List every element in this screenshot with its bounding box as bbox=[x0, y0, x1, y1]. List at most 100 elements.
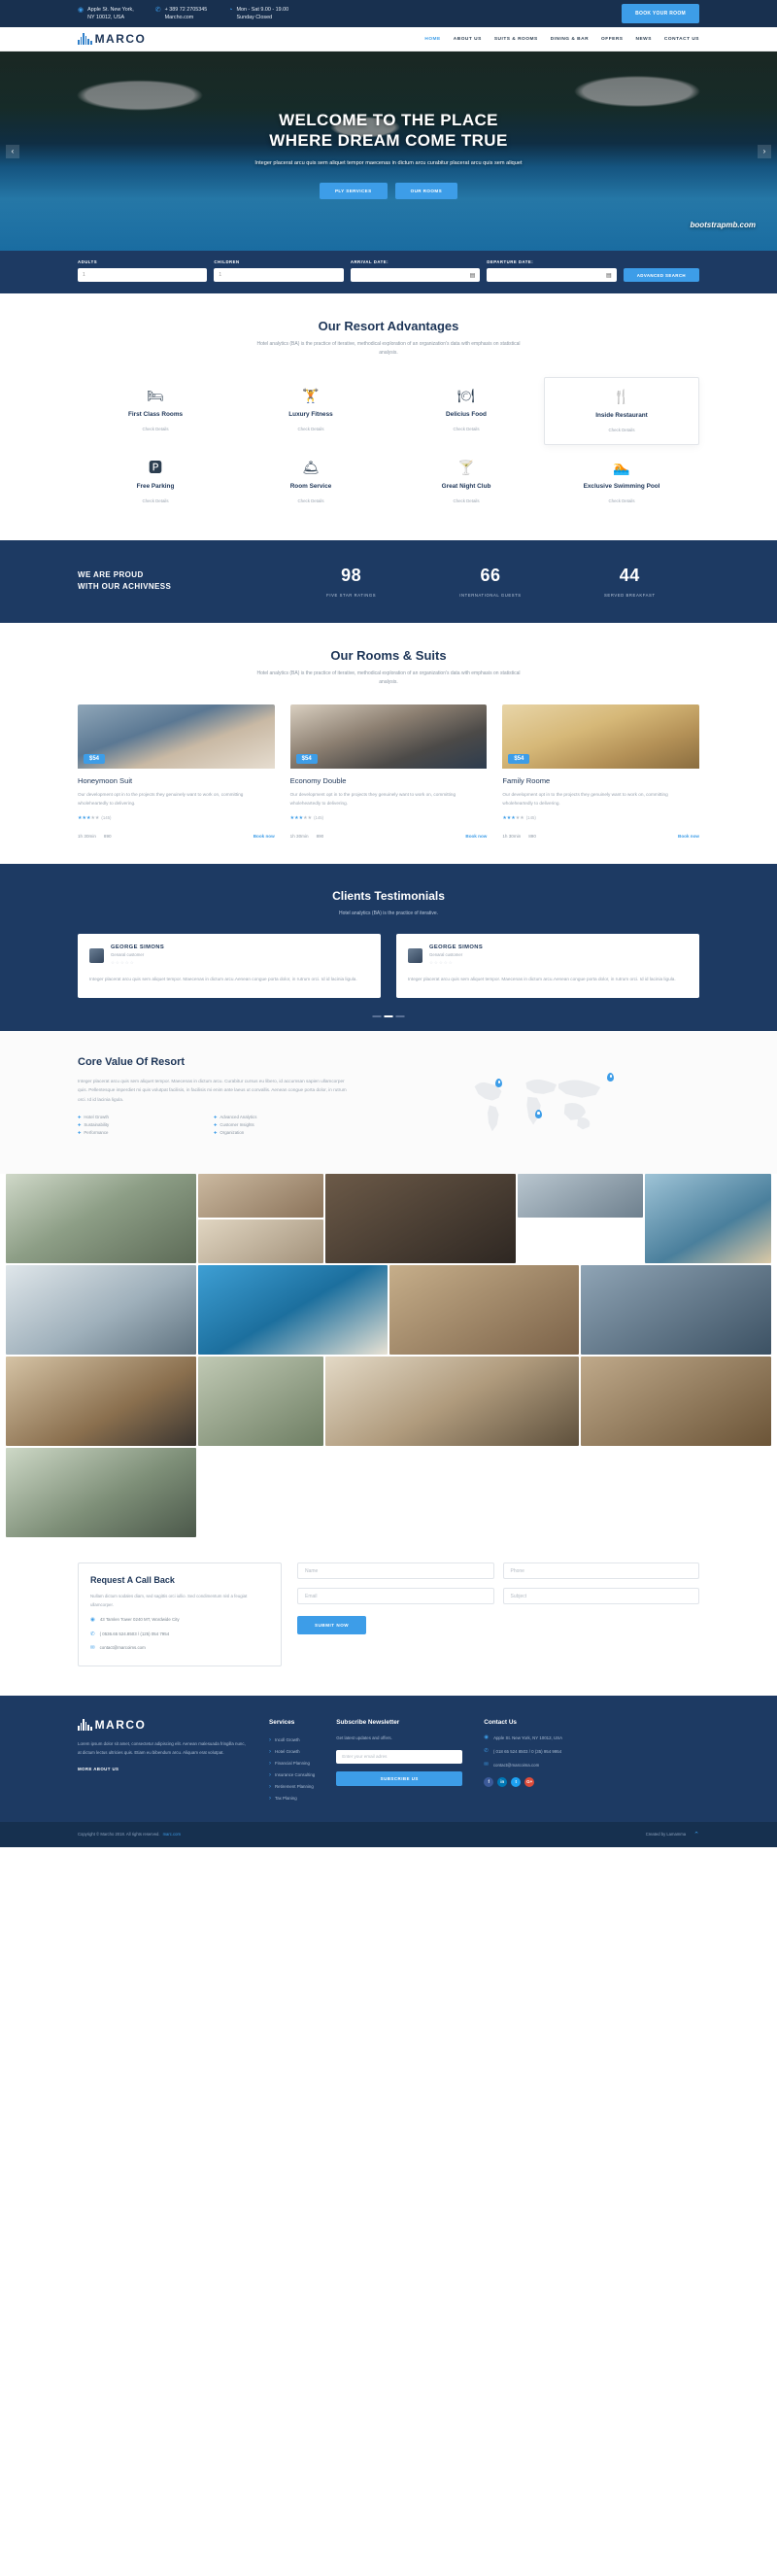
submit-now-button[interactable]: SUBMIT NOW bbox=[297, 1616, 367, 1635]
advantage-check-details-link[interactable]: Check Details bbox=[297, 427, 323, 431]
copyright-link[interactable]: marc.com bbox=[163, 1832, 181, 1837]
callback-email-row[interactable]: ✉ contact@marcoims.com bbox=[90, 1645, 269, 1652]
advantage-item-free-parking[interactable]: 🅿 Free Parking Check Details bbox=[78, 449, 233, 515]
subscribe-button[interactable]: SUBSCRIBE US bbox=[336, 1770, 463, 1786]
nav-item-offers[interactable]: OFFERS bbox=[601, 37, 623, 42]
gallery-image[interactable] bbox=[6, 1265, 196, 1356]
gallery-image[interactable] bbox=[197, 1219, 324, 1264]
advantage-check-details-link[interactable]: Check Details bbox=[608, 498, 634, 503]
core-tag: Sustainability bbox=[78, 1122, 214, 1127]
room-book-now-link[interactable]: Book now bbox=[465, 834, 487, 839]
children-input[interactable]: 1 bbox=[214, 268, 344, 282]
gallery-image[interactable] bbox=[388, 1265, 580, 1356]
hero-secondary-button[interactable]: OUR ROOMS bbox=[394, 182, 458, 199]
twitter-icon[interactable]: t bbox=[511, 1776, 522, 1787]
departure-date-input[interactable]: ▤ bbox=[487, 268, 617, 282]
calendar-icon[interactable]: ▤ bbox=[470, 272, 476, 279]
hero-primary-button[interactable]: PLY SERVICES bbox=[319, 182, 388, 199]
pagination-dot-active[interactable] bbox=[384, 1014, 393, 1018]
nav-item-contact-us[interactable]: CONTACT US bbox=[664, 37, 699, 42]
footer-service-item[interactable]: Financial Planning bbox=[269, 1758, 315, 1769]
footer-phone-row[interactable]: ✆ ( 018 65 524 8503 / 0 (35) 954 9954 bbox=[484, 1748, 629, 1755]
testimonial-role: Genaral customer bbox=[111, 952, 145, 958]
nav-item-about-us[interactable]: ABOUT US bbox=[454, 37, 482, 42]
name-field[interactable]: Name bbox=[297, 1563, 494, 1580]
social-links: f in t G+ bbox=[484, 1776, 629, 1787]
newsletter-email-input[interactable]: Enter your email adres bbox=[336, 1749, 463, 1764]
map-pin-icon[interactable] bbox=[535, 1110, 542, 1119]
advantage-item-inside-restaurant[interactable]: 🍴 Inside Restaurant Check Details bbox=[544, 377, 699, 445]
nav-item-dining-bar[interactable]: DINING & BAR bbox=[551, 37, 589, 42]
more-about-us-link[interactable]: MORE ABOUT US bbox=[78, 1767, 248, 1771]
advantage-check-details-link[interactable]: Check Details bbox=[453, 427, 479, 431]
hero-prev-arrow[interactable]: ‹ bbox=[6, 144, 19, 158]
gallery-image[interactable] bbox=[197, 1265, 388, 1356]
footer-service-item[interactable]: Incoll Growth bbox=[269, 1735, 315, 1746]
gallery-image[interactable] bbox=[581, 1357, 771, 1447]
core-value-title: Core Value Of Resort bbox=[78, 1056, 186, 1069]
facebook-icon[interactable]: f bbox=[484, 1776, 494, 1787]
topbar-phone-site: Marcho.com bbox=[164, 15, 194, 20]
nav-item-suits-rooms[interactable]: SUITS & ROOMS bbox=[494, 37, 538, 42]
nav-item-news[interactable]: NEWS bbox=[636, 37, 652, 42]
gallery-image[interactable] bbox=[325, 1174, 516, 1264]
adults-input[interactable]: 1 bbox=[78, 268, 208, 282]
back-to-top-icon[interactable]: ⌃ bbox=[693, 1831, 699, 1838]
advantage-item-room-service[interactable]: 🛎 Room Service Check Details bbox=[233, 449, 388, 515]
advantage-item-first-class-rooms[interactable]: 🛏 First Class Rooms Check Details bbox=[78, 377, 233, 445]
cocktail-icon: 🍸 bbox=[457, 459, 475, 475]
advantage-item-great-night-club[interactable]: 🍸 Great Night Club Check Details bbox=[388, 449, 544, 515]
calendar-icon[interactable]: ▤ bbox=[606, 272, 612, 279]
gallery-image[interactable] bbox=[6, 1174, 196, 1264]
footer-service-item[interactable]: Tax Planing bbox=[269, 1793, 315, 1804]
book-your-room-button[interactable]: BOOK YOUR ROOM bbox=[622, 4, 699, 23]
callback-phone-row[interactable]: ✆ ( 0536.65 524.8503 / (125) 054 7954 bbox=[90, 1631, 269, 1638]
advantage-item-swimming-pool[interactable]: 🏊 Exclusive Swimming Pool Check Details bbox=[544, 449, 699, 515]
core-value-tags: Hotel Growth Advanced Analytics Sustaina… bbox=[78, 1115, 350, 1135]
subject-field[interactable]: Subject bbox=[502, 1588, 699, 1605]
topbar-phone[interactable]: ✆ + 389 72 2705345 Marcho.com bbox=[155, 6, 208, 21]
footer-service-item[interactable]: Retirement Planning bbox=[269, 1781, 315, 1793]
hero-next-arrow[interactable]: › bbox=[758, 144, 771, 158]
linkedin-icon[interactable]: in bbox=[497, 1776, 508, 1787]
arrival-date-input[interactable]: ▤ bbox=[350, 268, 481, 282]
gallery-image[interactable] bbox=[6, 1448, 196, 1538]
email-field[interactable]: Email bbox=[297, 1588, 494, 1605]
advantage-check-details-link[interactable]: Check Details bbox=[297, 498, 323, 503]
footer-service-item[interactable]: Hotel Growth bbox=[269, 1746, 315, 1758]
advantage-check-details-link[interactable]: Check Details bbox=[608, 428, 634, 432]
advantage-item-luxury-fitness[interactable]: 🏋 Luxury Fitness Check Details bbox=[233, 377, 388, 445]
room-image: $54 bbox=[78, 704, 275, 769]
room-card[interactable]: $54 Honeymoon Suit Our development opt i… bbox=[78, 704, 275, 840]
room-card[interactable]: $54 Family Roome Our development opt in … bbox=[502, 704, 699, 840]
gallery-image[interactable] bbox=[581, 1265, 771, 1356]
credits-text: Created by Lamamma bbox=[645, 1832, 687, 1838]
pagination-dot[interactable] bbox=[372, 1014, 382, 1018]
footer-service-item[interactable]: Insurance Consulting bbox=[269, 1769, 315, 1781]
google-plus-icon[interactable]: G+ bbox=[524, 1776, 535, 1787]
email-placeholder: Email bbox=[305, 1593, 318, 1599]
core-tag: Advanced Analytics bbox=[214, 1115, 350, 1119]
gallery-image[interactable] bbox=[197, 1174, 324, 1219]
room-book-now-link[interactable]: Book now bbox=[678, 834, 699, 839]
phone-field[interactable]: Phone bbox=[502, 1563, 699, 1580]
pagination-dot[interactable] bbox=[395, 1014, 405, 1018]
room-book-now-link[interactable]: Book now bbox=[253, 834, 275, 839]
advantage-check-details-link[interactable]: Check Details bbox=[453, 498, 479, 503]
gallery-image[interactable] bbox=[6, 1357, 196, 1447]
advantage-check-details-link[interactable]: Check Details bbox=[142, 427, 168, 431]
footer-logo[interactable]: MARCO bbox=[78, 1718, 248, 1731]
nav-item-home[interactable]: HOME bbox=[424, 37, 440, 42]
advantage-check-details-link[interactable]: Check Details bbox=[142, 498, 168, 503]
room-card[interactable]: $54 Economy Double Our development opt i… bbox=[289, 704, 488, 840]
gallery-image[interactable] bbox=[517, 1174, 644, 1219]
advanced-search-button[interactable]: ADVANCED SEARCH bbox=[623, 268, 700, 282]
gallery-image[interactable] bbox=[197, 1357, 324, 1447]
callback-paragraph: Nullam dictum sodales diam, sed sagittis… bbox=[90, 1594, 248, 1607]
gallery-image[interactable] bbox=[325, 1357, 580, 1447]
footer-email-row[interactable]: ✉ contact@marcoima.com bbox=[484, 1762, 629, 1769]
testimonial-pagination[interactable] bbox=[372, 1014, 405, 1018]
site-logo[interactable]: MARCO bbox=[78, 33, 146, 45]
gallery-image[interactable] bbox=[645, 1174, 771, 1264]
advantage-item-delicius-food[interactable]: 🍽 Delicius Food Check Details bbox=[388, 377, 544, 445]
